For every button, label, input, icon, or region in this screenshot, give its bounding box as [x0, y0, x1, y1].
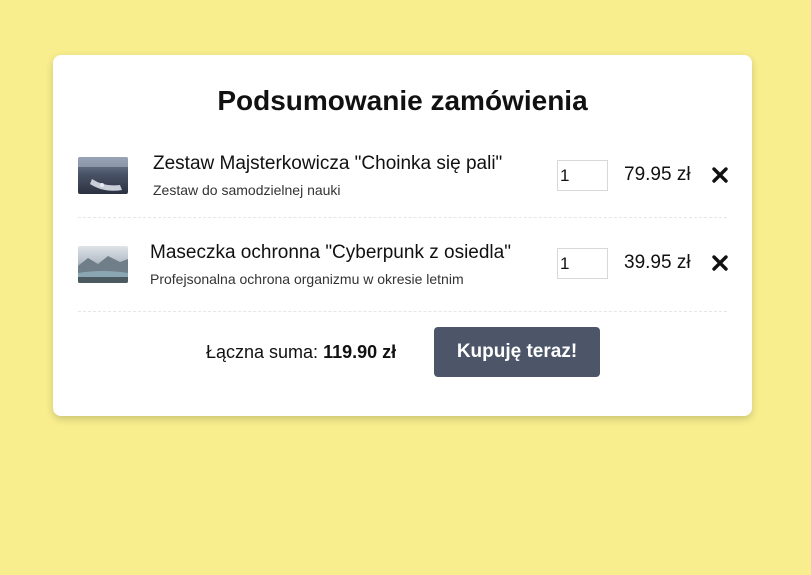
product-description: Zestaw do samodzielnej nauki — [153, 182, 341, 198]
quantity-input[interactable] — [557, 248, 608, 279]
product-thumbnail — [78, 157, 128, 194]
product-name: Maseczka ochronna "Cyberpunk z osiedla" — [150, 242, 511, 263]
total-value: 119.90 zł — [323, 342, 397, 362]
product-photo-icon — [78, 157, 128, 194]
product-description: Profejsonalna ochrona organizmu w okresi… — [150, 271, 464, 287]
close-icon — [712, 255, 728, 271]
close-icon — [712, 167, 728, 183]
product-photo-icon — [78, 246, 128, 283]
order-total: Łączna suma: 119.90 zł — [206, 341, 396, 363]
product-thumbnail — [78, 246, 128, 283]
cart-item: Zestaw Majsterkowicza "Choinka się pali"… — [78, 141, 730, 218]
cart-item: Maseczka ochronna "Cyberpunk z osiedla" … — [78, 231, 730, 312]
product-price: 79.95 zł — [624, 164, 691, 185]
product-name: Zestaw Majsterkowicza "Choinka się pali" — [153, 153, 503, 174]
page-title: Podsumowanie zamówienia — [217, 85, 588, 116]
remove-item-button[interactable] — [710, 165, 730, 185]
buy-now-button[interactable]: Kupuję teraz! — [434, 327, 600, 377]
remove-item-button[interactable] — [710, 253, 730, 273]
quantity-input[interactable] — [557, 160, 608, 191]
order-summary-card: Podsumowanie zamówienia Zestaw Majsterko… — [53, 55, 752, 416]
product-price: 39.95 zł — [624, 252, 691, 273]
order-footer: Łączna suma: 119.90 zł Kupuję teraz! — [53, 327, 752, 377]
total-label: Łączna suma: — [206, 342, 324, 362]
